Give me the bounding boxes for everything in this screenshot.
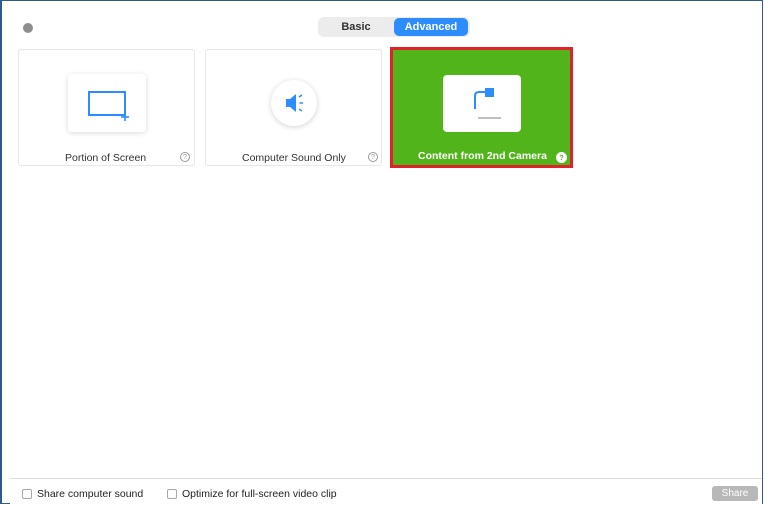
optimize-video-checkbox[interactable]: Optimize for full-screen video clip <box>167 488 337 500</box>
mode-segmented-control: Basic Advanced <box>318 17 470 37</box>
checkbox-square[interactable] <box>22 489 32 499</box>
help-icon[interactable]: ? <box>368 152 378 162</box>
portion-of-screen-thumbnail <box>67 74 146 132</box>
speaker-thumbnail <box>270 80 317 126</box>
share-screen-window: Basic Advanced Portion of Screen ? Compu… <box>0 0 763 505</box>
checkbox-square[interactable] <box>167 489 177 499</box>
share-button[interactable]: Share <box>712 486 758 501</box>
option-label: Computer Sound Only <box>242 152 346 164</box>
option-content-from-2nd-camera[interactable]: Content from 2nd Camera ? <box>390 47 573 168</box>
checkbox-label: Optimize for full-screen video clip <box>182 488 337 500</box>
option-label: Portion of Screen <box>65 152 147 164</box>
window-close-dot[interactable] <box>23 23 33 33</box>
camera-thumbnail <box>442 75 521 132</box>
checkbox-label: Share computer sound <box>37 488 144 500</box>
footer-bar: Share computer sound Optimize for full-s… <box>10 478 762 505</box>
portion-of-screen-icon <box>87 91 129 121</box>
help-icon[interactable]: ? <box>556 152 567 163</box>
tab-advanced[interactable]: Advanced <box>394 18 468 36</box>
option-computer-sound-only[interactable]: Computer Sound Only ? <box>205 49 382 166</box>
title-bar: Basic Advanced <box>2 1 762 37</box>
option-label: Content from 2nd Camera <box>418 150 547 162</box>
help-icon[interactable]: ? <box>180 152 190 162</box>
camera-icon <box>473 88 501 119</box>
speaker-icon <box>285 94 303 112</box>
share-computer-sound-checkbox[interactable]: Share computer sound <box>22 488 143 500</box>
tab-basic[interactable]: Basic <box>318 18 394 36</box>
option-portion-of-screen[interactable]: Portion of Screen ? <box>18 49 195 166</box>
